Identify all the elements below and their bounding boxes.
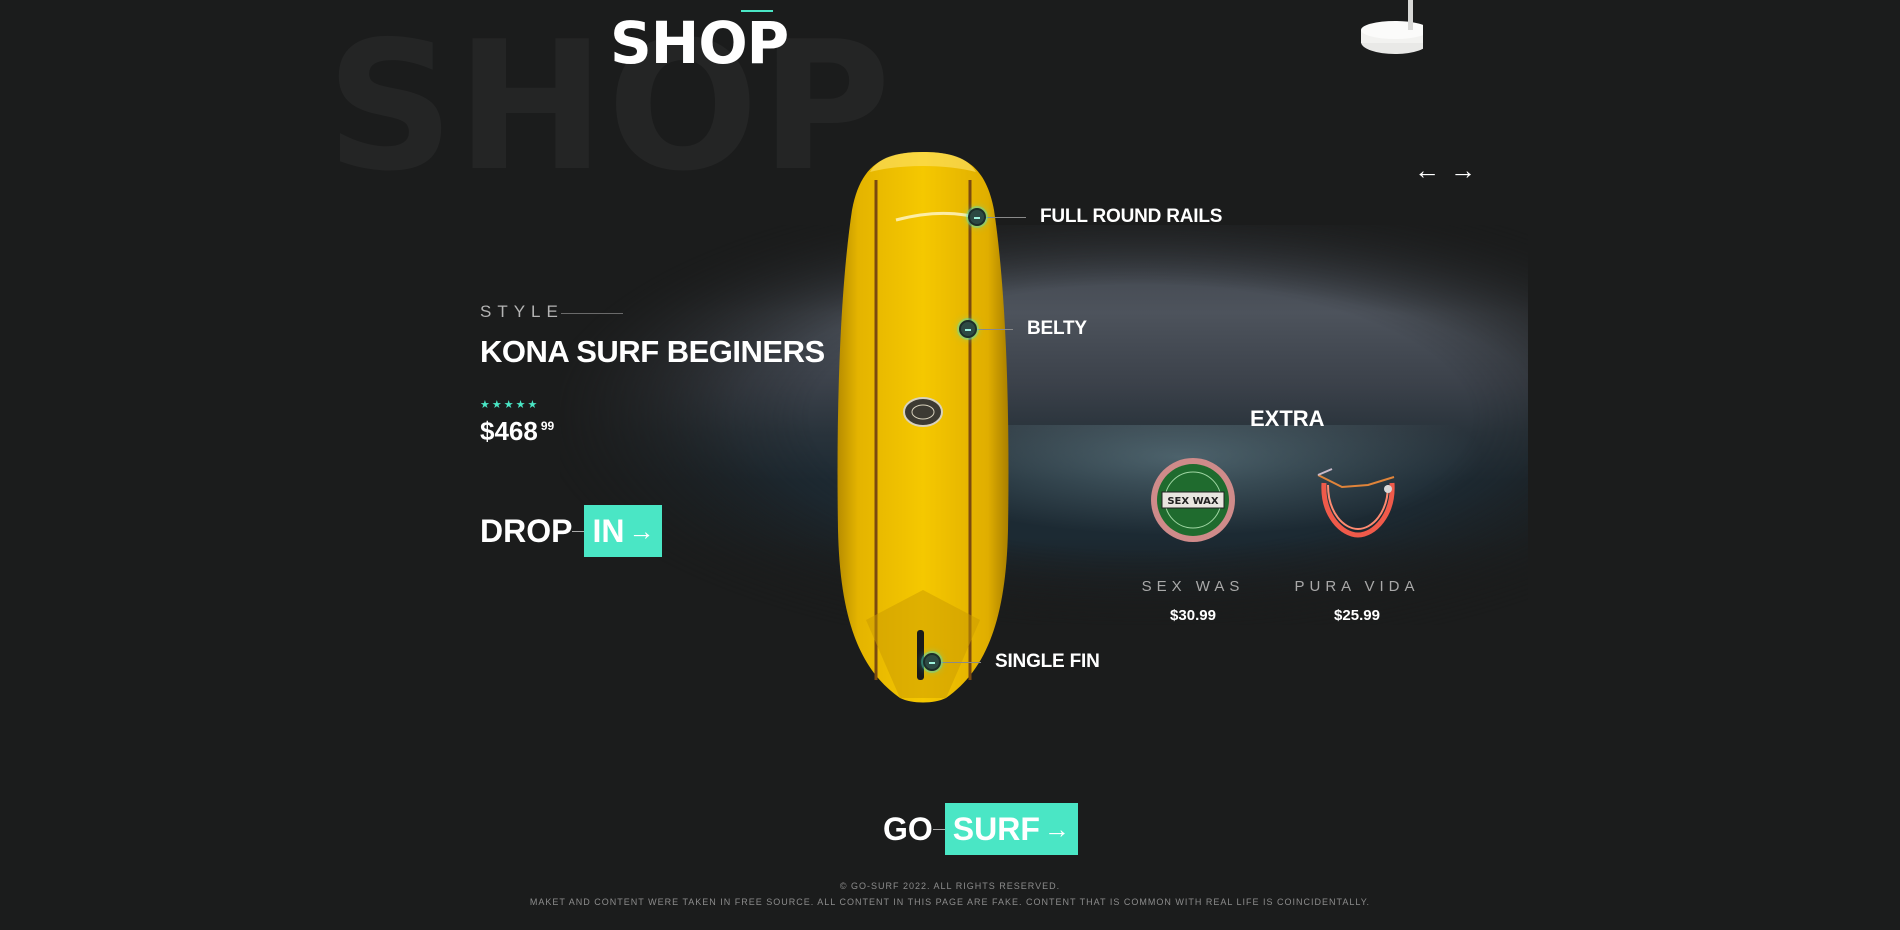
extra-item-sex-wax[interactable]: SEX WAX SEX WAS $30.99 [1123, 455, 1263, 624]
style-label: STYLE [480, 302, 564, 321]
page-title: SHOP [610, 9, 789, 77]
pura-vida-bracelet-image [1317, 468, 1395, 538]
extra-item-name: SEX WAS [1141, 578, 1245, 595]
hotspot-icon[interactable] [968, 208, 986, 226]
extra-item-name: PURA VIDA [1294, 578, 1420, 595]
style-divider [561, 313, 623, 314]
rating-stars: ★★★★★ [480, 399, 540, 411]
arrow-left-icon[interactable]: ← [1414, 155, 1440, 186]
go-surf-label: SURF [952, 810, 1040, 847]
product-name: KONA SURF BEGINERS [480, 334, 825, 369]
footer-copyright: © GO-SURF 2022. ALL RIGHTS RESERVED. [839, 881, 1061, 891]
arrow-right-icon[interactable]: → [1450, 155, 1476, 186]
go-surf-word: GO [883, 810, 933, 847]
footer-disclaimer: MAKET AND CONTENT WERE TAKEN IN FREE SOU… [529, 897, 1371, 907]
callout-belty[interactable]: BELTY [959, 318, 1087, 340]
price-cents: 99 [540, 419, 555, 433]
extra-item-price: $25.99 [1334, 607, 1380, 624]
price-main: $468 [480, 416, 538, 446]
go-surf-button[interactable]: GO SURF → [883, 803, 1078, 855]
callout-label: FULL ROUND RAILS [1040, 206, 1223, 227]
extra-item-pura-vida[interactable]: PURA VIDA $25.99 [1287, 455, 1427, 624]
surfboard-image [837, 152, 1009, 703]
svg-text:SEX WAX: SEX WAX [1167, 496, 1219, 507]
drop-in-label: IN [592, 512, 625, 549]
callout-single-fin[interactable]: SINGLE FIN [923, 651, 1100, 673]
arrow-right-icon: → [628, 515, 655, 546]
callout-full-round-rails[interactable]: FULL ROUND RAILS [968, 206, 1222, 228]
drop-in-word: DROP [480, 512, 573, 549]
shop-page: SHOP SHOP STYLE KONA SURF BEGINERS ★★★★★… [0, 0, 1900, 930]
arrow-right-icon: → [1043, 813, 1070, 844]
callout-label: BELTY [1027, 318, 1087, 339]
hotspot-icon[interactable] [959, 320, 977, 338]
sex-wax-image: SEX WAX [1151, 458, 1235, 542]
product-price: $468 99 [480, 416, 554, 447]
extra-title: EXTRA [1250, 406, 1325, 431]
go-surf-box[interactable]: SURF → [944, 803, 1078, 855]
hotspot-icon[interactable] [923, 653, 941, 671]
callout-label: SINGLE FIN [995, 651, 1100, 672]
drop-in-button[interactable]: DROP IN → [480, 505, 663, 557]
extra-item-price: $30.99 [1170, 607, 1216, 624]
drop-in-box[interactable]: IN → [584, 505, 663, 557]
lamp-image [1361, 0, 1423, 54]
